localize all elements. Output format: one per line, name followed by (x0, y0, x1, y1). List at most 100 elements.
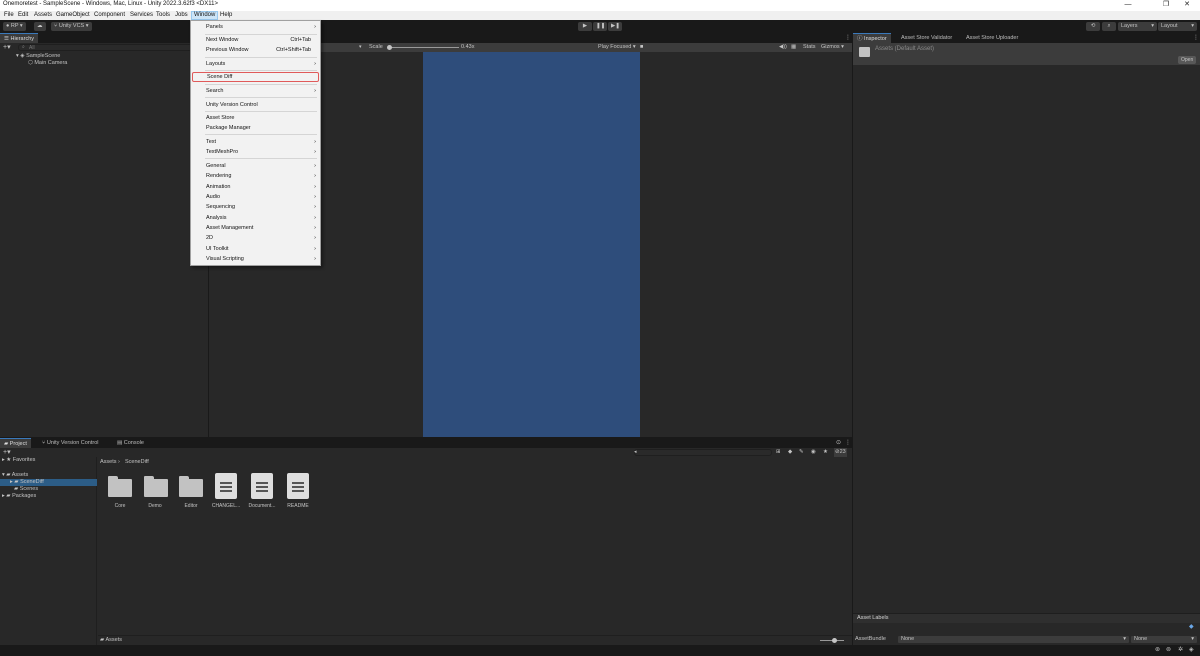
menu-window[interactable]: Window (191, 11, 219, 20)
tree-item-packages[interactable]: ▸ ▰ Packages (2, 493, 36, 500)
search-button[interactable]: ⌕ (1102, 22, 1116, 31)
kebab-menu-icon[interactable]: ⋮ (845, 439, 851, 446)
menu-item-ui-toolkit[interactable]: UI Toolkit › (191, 244, 320, 254)
asset-folder-demo[interactable] (144, 475, 168, 497)
menu-item-package-manager[interactable]: Package Manager (191, 123, 320, 133)
tab-unity-version-control[interactable]: ⑂ Unity Version Control (38, 438, 103, 448)
menu-item-text[interactable]: Text › (191, 137, 320, 147)
search-by-type-icon[interactable]: ⊞ (776, 448, 781, 457)
asset-bundle-variant-dropdown[interactable]: None ▾ (1131, 636, 1197, 643)
asset-doc-changelog[interactable] (215, 473, 237, 499)
menu-item-animation[interactable]: Animation › (191, 182, 320, 192)
menu-file[interactable]: File (2, 11, 16, 20)
menu-item-asset-management[interactable]: Asset Management › (191, 223, 320, 233)
asset-bundle-dropdown[interactable]: None ▾ (898, 636, 1129, 643)
menu-item-layouts[interactable]: Layouts › (191, 59, 320, 69)
open-button[interactable]: Open (1178, 56, 1197, 64)
cloud-button[interactable]: ☁ (34, 22, 46, 31)
asset-doc-readme[interactable] (287, 473, 309, 499)
hierarchy-search-input[interactable]: ⌕ All (18, 44, 206, 51)
icon-size-slider-thumb[interactable] (832, 638, 837, 643)
scene-root[interactable]: ▾ ◈ SampleScene (16, 53, 60, 60)
camera-icon[interactable]: ■ (640, 43, 643, 52)
menu-component[interactable]: Component (92, 11, 127, 20)
network-icon[interactable]: ⊛ (1155, 646, 1160, 653)
pause-button[interactable]: ❚❚ (593, 22, 607, 31)
menu-help[interactable]: Help (218, 11, 234, 20)
menu-item-unity-version-control[interactable]: Unity Version Control (191, 100, 320, 110)
tree-item-assets[interactable]: ▾ ▰ Assets (2, 472, 28, 479)
menu-item-sequencing[interactable]: Sequencing › (191, 202, 320, 212)
add-icon[interactable]: +▾ (3, 448, 11, 457)
search-by-label-icon[interactable]: ◆ (788, 448, 792, 457)
bug-icon[interactable]: ✲ (1178, 646, 1183, 653)
vcs-dropdown[interactable]: ⑂ Unity VCS ▾ (51, 22, 92, 31)
menu-item-audio[interactable]: Audio › (191, 192, 320, 202)
hidden-count-badge[interactable]: ⊘23 (834, 448, 847, 457)
hierarchy-item-main-camera[interactable]: ⬡ Main Camera (28, 60, 67, 67)
search-by-asset-store-icon[interactable]: ✎ (799, 448, 804, 457)
menu-item-general[interactable]: General › (191, 161, 320, 171)
layers-dropdown[interactable]: Layers ▾ (1118, 22, 1157, 31)
add-icon[interactable]: +▾ (3, 43, 11, 52)
menu-item-textmeshpro[interactable]: TextMeshPro › (191, 147, 320, 157)
account-dropdown[interactable]: ● RP ▾ (3, 22, 26, 31)
scale-slider-thumb[interactable] (387, 45, 392, 50)
menu-item-2d[interactable]: 2D › (191, 233, 320, 243)
tab-project[interactable]: ▰ Project (0, 438, 31, 448)
close-button[interactable]: ✕ (1174, 0, 1200, 11)
menu-tools[interactable]: Tools (154, 11, 172, 20)
display-dropdown-icon[interactable]: ▾ (359, 43, 362, 52)
project-folder-tree: ▸ ★ Favorites ▾ ▰ Assets ▸ ▰ SceneDiff ▰… (0, 457, 97, 645)
kebab-menu-icon[interactable]: ⋮ (845, 34, 851, 41)
menu-item-search[interactable]: Search › (191, 86, 320, 96)
tab-hierarchy[interactable]: ☰ Hierarchy (0, 33, 39, 43)
favorites-item[interactable]: ▸ ★ Favorites (2, 457, 35, 464)
menu-jobs[interactable]: Jobs (173, 11, 190, 20)
menu-item-asset-store[interactable]: Asset Store (191, 113, 320, 123)
asset-folder-core[interactable] (108, 475, 132, 497)
grid-icon[interactable]: ▦ (791, 43, 796, 52)
search-dropdown-icon[interactable]: ◂ (634, 448, 637, 457)
gizmos-dropdown[interactable]: Gizmos ▾ (821, 43, 844, 52)
progress-icon[interactable]: ⊚ (1166, 646, 1171, 653)
project-search-input[interactable] (634, 449, 772, 456)
tree-item-scenes[interactable]: ▰ Scenes (14, 486, 38, 493)
tag-icon[interactable]: ◆ (1189, 623, 1194, 630)
menu-item-panels[interactable]: Panels › (191, 22, 320, 32)
play-focused-dropdown[interactable]: Play Focused ▾ (598, 43, 636, 52)
menu-item-next-window[interactable]: Next Window Ctrl+Tab (191, 35, 320, 45)
mute-audio-icon[interactable]: ◀)) (779, 43, 787, 52)
kebab-menu-icon[interactable]: ⋮ (1193, 34, 1199, 41)
tab-inspector[interactable]: ⓘ Inspector (853, 33, 891, 43)
scale-slider[interactable] (389, 47, 459, 48)
tab-asset-store-uploader[interactable]: Asset Store Uploader (962, 33, 1022, 43)
tab-console[interactable]: ▤ Console (113, 438, 148, 448)
menu-item-rendering[interactable]: Rendering › (191, 171, 320, 181)
status-icon[interactable]: ◈ (1189, 646, 1194, 653)
menu-assets[interactable]: Assets (32, 11, 54, 20)
menu-item-analysis[interactable]: Analysis › (191, 213, 320, 223)
menu-gameobject[interactable]: GameObject (54, 11, 92, 20)
minimize-button[interactable]: — (1115, 0, 1141, 11)
menu-services[interactable]: Services (128, 11, 155, 20)
asset-doc-documentation[interactable] (251, 473, 273, 499)
play-button[interactable]: ▶ (578, 22, 592, 31)
game-viewport[interactable] (423, 52, 640, 437)
asset-folder-editor[interactable] (179, 475, 203, 497)
history-button[interactable]: ⟲ (1086, 22, 1100, 31)
tab-asset-store-validator[interactable]: Asset Store Validator (897, 33, 956, 43)
step-button[interactable]: ▶❚ (608, 22, 622, 31)
stats-button[interactable]: Stats (803, 43, 816, 52)
menu-item-previous-window[interactable]: Previous Window Ctrl+Shift+Tab (191, 45, 320, 55)
menu-item-visual-scripting[interactable]: Visual Scripting › (191, 254, 320, 264)
favorite-star-icon[interactable]: ★ (823, 448, 828, 457)
breadcrumb-scenediff[interactable]: SceneDiff (125, 459, 149, 465)
menu-edit[interactable]: Edit (16, 11, 30, 20)
menu-item-scene-diff[interactable]: Scene Diff (192, 72, 319, 82)
tree-item-scenediff[interactable]: ▸ ▰ SceneDiff (0, 479, 97, 486)
hidden-packages-icon[interactable]: ◉ (811, 448, 816, 457)
layout-dropdown[interactable]: Layout ▾ (1158, 22, 1197, 31)
breadcrumb-assets[interactable]: Assets (100, 459, 117, 465)
lock-icon[interactable]: ⊙ (836, 439, 841, 446)
